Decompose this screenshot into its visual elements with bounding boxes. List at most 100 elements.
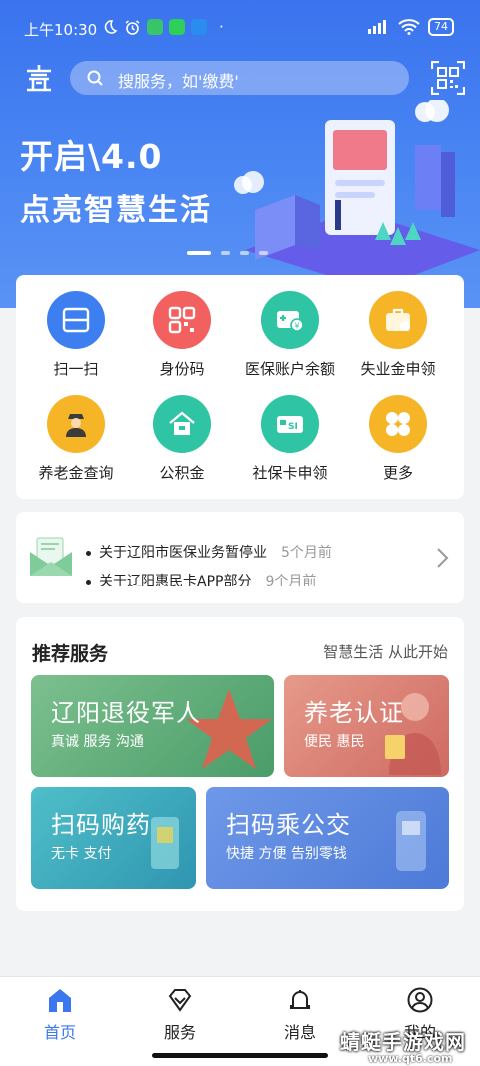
app-logo[interactable] (23, 63, 55, 93)
grid-item-id-code[interactable]: 身份码 (126, 291, 238, 379)
notice-board[interactable]: 关于辽阳市医保业务暂停业 5个月前 (16, 512, 464, 603)
more-notifications-icon: · (219, 18, 224, 36)
grid-label: 身份码 (159, 360, 205, 378)
tile-veterans[interactable]: 辽阳退役军人 真诚 服务 沟通 (31, 675, 274, 777)
notification-icons: · (102, 18, 224, 36)
watermark-url: www.qt6.com (368, 1052, 453, 1065)
medical-balance-circle: ¥ (261, 291, 319, 349)
elder-person-icon (66, 414, 86, 437)
house-icon (169, 411, 195, 435)
banner-subheadline: 点亮智慧生活 (20, 193, 212, 228)
banner-pagination[interactable] (187, 251, 268, 255)
grid-item-si-card[interactable]: SI 社保卡申领 (234, 395, 346, 483)
grid-label: 社保卡申领 (252, 464, 328, 482)
tile-subtitle: 快捷 方便 告别零钱 (226, 846, 347, 862)
section-title: 推荐服务 (32, 643, 109, 665)
search-bar[interactable]: 搜服务，如'缴费' (70, 61, 409, 95)
grid-item-pension-query[interactable]: 养老金查询 (20, 395, 132, 483)
tab-services[interactable]: 服务 (140, 987, 220, 1043)
pension-circle (47, 395, 105, 453)
banner-dot-4[interactable] (259, 251, 268, 255)
si-card-icon: SI (277, 416, 303, 433)
grid-item-scan[interactable]: 扫一扫 (20, 291, 132, 379)
notice-time: 5个月前 (281, 545, 332, 561)
qr-scan-icon[interactable] (431, 61, 465, 95)
tab-label: 首页 (43, 1023, 76, 1042)
alarm-icon (125, 19, 140, 35)
grid-label: 公积金 (159, 464, 205, 482)
notice-item[interactable]: 关于辽阳惠民卡APP部分 9个月前 (86, 571, 316, 586)
scan-icon (62, 307, 90, 333)
grid-label: 更多 (382, 464, 413, 482)
si-card-circle: SI (261, 395, 319, 453)
tile-subtitle: 真诚 服务 沟通 (51, 734, 144, 750)
scan-circle (47, 291, 105, 349)
tile-title: 扫码乘公交 (226, 811, 351, 839)
tile-title: 扫码购药 (51, 811, 151, 839)
unemployment-circle (369, 291, 427, 349)
notice-item[interactable]: 关于辽阳市医保业务暂停业 5个月前 (86, 542, 332, 562)
envelope-icon (30, 537, 72, 576)
signal-icon (368, 20, 386, 34)
svg-text:SI: SI (288, 422, 298, 432)
svg-text:¥: ¥ (295, 322, 300, 331)
id-qr-icon (168, 306, 196, 334)
grid-item-medical-balance[interactable]: ¥ 医保账户余额 (234, 291, 346, 379)
tile-title: 养老认证 (304, 699, 404, 727)
status-bar: 上午10:30 · 74 (0, 0, 480, 54)
chevron-right-icon[interactable] (434, 546, 450, 570)
city-logo-icon (27, 65, 51, 92)
grid-label: 医保账户余额 (244, 360, 335, 378)
wifi-icon (398, 19, 420, 35)
grid-item-more[interactable]: 更多 (342, 395, 454, 483)
wechat-icon (169, 19, 185, 35)
grid-item-unemployment[interactable]: 失业金申领 (342, 291, 454, 379)
status-right: 74 (366, 18, 454, 36)
grid-label: 养老金查询 (38, 464, 114, 482)
search-placeholder: 搜服务，如'缴费' (118, 72, 239, 91)
search-icon (87, 70, 103, 86)
tab-messages[interactable]: 消息 (260, 987, 340, 1043)
notice-text: 关于辽阳市医保业务暂停业 (99, 545, 267, 561)
tab-home[interactable]: 首页 (20, 987, 100, 1043)
housing-fund-circle (153, 395, 211, 453)
grid-label: 扫一扫 (53, 360, 99, 378)
tab-label: 服务 (163, 1023, 196, 1042)
bullet (86, 550, 91, 556)
bullet (86, 579, 91, 585)
watermark: 蜻蜓手游戏网 www.qt6.com (338, 1024, 470, 1066)
banner-dot-2[interactable] (221, 251, 230, 255)
phone-bus-icon (396, 811, 426, 871)
bell-icon (290, 990, 310, 1009)
grid-item-housing-fund[interactable]: 公积金 (126, 395, 238, 483)
quick-services-grid: 扫一扫 身份码 ¥ 医保账户余额 失业金申领 养老金查询 公积金 SI 社保卡申… (16, 275, 464, 499)
more-circle (369, 395, 427, 453)
section-subtitle: 智慧生活 从此开始 (323, 643, 448, 661)
notice-time: 9个月前 (265, 574, 317, 586)
app-screen: 上午10:30 · 74 搜服务，如'缴费' 开启\4.0 点亮智慧生活 扫一扫… (0, 0, 480, 1066)
diamond-icon (168, 989, 192, 1012)
home-icon (49, 989, 71, 1012)
tile-scan-medicine[interactable]: 扫码购药 无卡 支付 (31, 787, 196, 889)
banner-headline: 开启\4.0 (20, 137, 163, 176)
more-icon (386, 412, 410, 436)
tile-scan-bus[interactable]: 扫码乘公交 快捷 方便 告别零钱 (206, 787, 449, 889)
banner-dot-3[interactable] (240, 251, 249, 255)
status-time: 上午10:30 (24, 21, 98, 39)
tile-subtitle: 无卡 支付 (51, 846, 112, 862)
tab-label: 消息 (283, 1023, 316, 1042)
battery-indicator: 74 (428, 18, 454, 36)
banner-dot-1[interactable] (187, 251, 211, 255)
banner-city-illustration[interactable] (225, 100, 480, 275)
id-code-circle (153, 291, 211, 349)
watermark-title: 蜻蜓手游戏网 (340, 1030, 466, 1054)
notice-text: 关于辽阳惠民卡APP部分 (99, 574, 252, 586)
home-indicator[interactable] (152, 1053, 328, 1058)
grid-label: 失业金申领 (360, 360, 436, 378)
tile-pension-auth[interactable]: 养老认证 便民 惠民 (284, 675, 449, 777)
medical-card-icon: ¥ (277, 311, 304, 332)
header: 上午10:30 · 74 搜服务，如'缴费' 开启\4.0 点亮智慧生活 (0, 0, 480, 308)
recommended-services: 推荐服务 智慧生活 从此开始 辽阳退役军人 真诚 服务 沟通 养老认证 便民 惠… (16, 617, 464, 911)
download-app-icon (147, 19, 163, 35)
notice-item-clipped-wrapper: 关于辽阳惠民卡APP部分 9个月前 (70, 562, 420, 586)
